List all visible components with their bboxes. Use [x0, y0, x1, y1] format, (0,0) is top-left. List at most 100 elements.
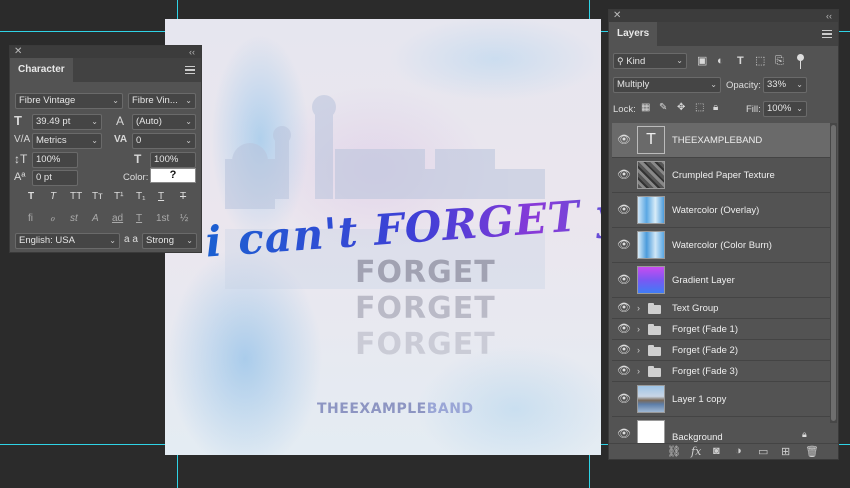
document-canvas[interactable]: i can't FORGET you FORGET FORGET FORGET …: [165, 19, 601, 455]
subscript-button[interactable]: T₁: [136, 191, 145, 202]
close-icon[interactable]: ✕: [613, 10, 621, 22]
layer-row[interactable]: 👁︎ Crumpled Paper Texture: [612, 158, 833, 193]
layers-scrollbar[interactable]: [830, 123, 837, 423]
character-panel-topbar[interactable]: ✕ ‹‹: [10, 46, 201, 58]
ordinals-button[interactable]: 1st: [156, 213, 169, 224]
layer-row[interactable]: 👁︎ › Forget (Fade 3): [612, 361, 833, 382]
font-style-value: Fibre Vin...: [132, 95, 178, 106]
leading-field[interactable]: (Auto) ⌄: [132, 114, 196, 130]
expand-arrow-icon[interactable]: ›: [637, 303, 640, 313]
expand-arrow-icon[interactable]: ›: [637, 324, 640, 334]
fractions-button[interactable]: ½: [180, 213, 188, 224]
panel-menu-icon[interactable]: [822, 30, 832, 38]
filter-type-icon[interactable]: T: [737, 54, 744, 68]
layer-thumbnail-paper: [637, 161, 665, 189]
layer-filter-select[interactable]: ⚲ Kind ⌄: [613, 53, 687, 69]
link-icon[interactable]: ⛓: [667, 445, 681, 458]
mask-icon[interactable]: ◙: [713, 445, 720, 457]
layer-row[interactable]: 👁︎ Watercolor (Overlay): [612, 193, 833, 228]
layer-row[interactable]: 👁︎ Watercolor (Color Burn): [612, 228, 833, 263]
panel-menu-icon[interactable]: [185, 66, 195, 74]
layer-row[interactable]: 👁︎ › Forget (Fade 1): [612, 319, 833, 340]
layer-row[interactable]: 👁︎ T THEEXAMPLEBAND: [612, 123, 833, 158]
tab-layers[interactable]: Layers: [609, 22, 658, 46]
all-caps-button[interactable]: TT: [70, 191, 82, 202]
visibility-eye-icon[interactable]: 👁︎: [617, 343, 631, 357]
horizontal-scale-field[interactable]: 100%: [150, 152, 196, 168]
visibility-eye-icon[interactable]: 👁︎: [617, 301, 631, 315]
discretionary-ligatures-button[interactable]: ℴ: [50, 213, 55, 224]
trash-icon[interactable]: 🗑︎: [805, 445, 819, 458]
faux-italic-button[interactable]: T: [50, 191, 56, 202]
vertical-scale-field[interactable]: 100%: [32, 152, 78, 168]
swash-button[interactable]: A: [92, 213, 99, 224]
opacity-field[interactable]: 33% ⌄: [763, 77, 807, 93]
antialias-select[interactable]: Strong ⌄: [142, 233, 197, 249]
close-icon[interactable]: ✕: [14, 46, 22, 58]
lock-position-icon[interactable]: ✥: [677, 101, 685, 115]
visibility-eye-icon[interactable]: 👁︎: [617, 392, 631, 406]
fx-icon[interactable]: fx: [691, 445, 701, 458]
tracking-select[interactable]: 0 ⌄: [132, 133, 196, 149]
font-size-field[interactable]: 39.49 pt ⌄: [32, 114, 102, 130]
filter-adjustment-icon[interactable]: ◐: [717, 54, 724, 68]
small-caps-button[interactable]: Tт: [92, 191, 103, 202]
lock-image-icon[interactable]: ✎: [659, 101, 667, 115]
visibility-eye-icon[interactable]: 👁︎: [617, 133, 631, 147]
layer-row[interactable]: 👁︎ Layer 1 copy: [612, 382, 833, 417]
filter-smart-object-icon[interactable]: ⎘: [775, 54, 784, 68]
layers-list[interactable]: 👁︎ T THEEXAMPLEBAND 👁︎ Crumpled Paper Te…: [612, 123, 833, 445]
stylistic-alternates-button[interactable]: ad: [112, 213, 123, 224]
layers-panel[interactable]: ✕ ‹‹ Layers ⚲ Kind ⌄ ▣ ◐ T ⬚ ⎘ Multiply ⌄ …: [608, 9, 839, 460]
layer-thumbnail-text: T: [637, 126, 665, 154]
titling-alternates-button[interactable]: T: [136, 213, 142, 224]
baseline-shift-field[interactable]: 0 pt: [32, 170, 78, 186]
expand-arrow-icon[interactable]: ›: [637, 366, 640, 376]
adjustment-icon[interactable]: ◑: [735, 445, 742, 457]
folder-icon[interactable]: ▭: [758, 445, 768, 458]
visibility-eye-icon[interactable]: 👁︎: [617, 168, 631, 182]
ligatures-button[interactable]: fi: [28, 213, 33, 224]
visibility-eye-icon[interactable]: 👁︎: [617, 238, 631, 252]
strikethrough-button[interactable]: T: [180, 191, 186, 202]
lock-all-icon[interactable]: 🔒︎: [713, 101, 718, 115]
visibility-eye-icon[interactable]: 👁︎: [617, 273, 631, 287]
filter-toggle-icon[interactable]: [795, 54, 805, 70]
lock-artboard-icon[interactable]: ⬚: [695, 101, 704, 115]
visibility-eye-icon[interactable]: 👁︎: [617, 322, 631, 336]
language-select[interactable]: English: USA ⌄: [15, 233, 120, 249]
character-panel[interactable]: ✕ ‹‹ Character Fibre Vintage ⌄ Fibre Vin.…: [9, 45, 202, 253]
faux-bold-button[interactable]: T: [28, 191, 34, 202]
layers-panel-topbar[interactable]: ✕ ‹‹: [609, 10, 838, 22]
tracking-value: 0: [136, 135, 142, 146]
fill-field[interactable]: 100% ⌄: [763, 101, 807, 117]
layer-row[interactable]: 👁︎ › Text Group: [612, 298, 833, 319]
color-label: Color:: [123, 172, 149, 183]
superscript-button[interactable]: T¹: [114, 191, 123, 202]
blend-mode-select[interactable]: Multiply ⌄: [613, 77, 721, 93]
visibility-eye-icon[interactable]: 👁︎: [617, 364, 631, 378]
lock-transparent-icon[interactable]: ▦: [641, 101, 650, 115]
font-style-select[interactable]: Fibre Vin... ⌄: [128, 93, 196, 109]
visibility-eye-icon[interactable]: 👁︎: [617, 203, 631, 217]
font-family-select[interactable]: Fibre Vintage ⌄: [15, 93, 123, 109]
new-layer-icon[interactable]: ⊞: [781, 445, 790, 458]
collapse-icon[interactable]: ‹‹: [189, 46, 195, 58]
filter-shape-icon[interactable]: ⬚: [755, 54, 765, 68]
tab-character[interactable]: Character: [10, 58, 73, 82]
lock-label: Lock:: [613, 104, 636, 115]
color-swatch[interactable]: ?: [150, 168, 196, 183]
expand-arrow-icon[interactable]: ›: [637, 345, 640, 355]
layer-row[interactable]: 👁︎ › Forget (Fade 2): [612, 340, 833, 361]
layer-row[interactable]: 👁︎ Background 🔒︎: [612, 417, 833, 445]
filter-pixel-icon[interactable]: ▣: [697, 54, 707, 68]
contextual-alternates-button[interactable]: st: [70, 213, 78, 224]
kerning-select[interactable]: Metrics ⌄: [32, 133, 102, 149]
layer-thumbnail-watercolor: [637, 196, 665, 224]
layer-row[interactable]: 👁︎ Gradient Layer: [612, 263, 833, 298]
scrollbar-thumb[interactable]: [831, 125, 836, 421]
font-family-value: Fibre Vintage: [19, 95, 76, 106]
underline-button[interactable]: T: [158, 191, 164, 202]
visibility-eye-icon[interactable]: 👁︎: [617, 427, 631, 441]
collapse-icon[interactable]: ‹‹: [826, 10, 832, 22]
